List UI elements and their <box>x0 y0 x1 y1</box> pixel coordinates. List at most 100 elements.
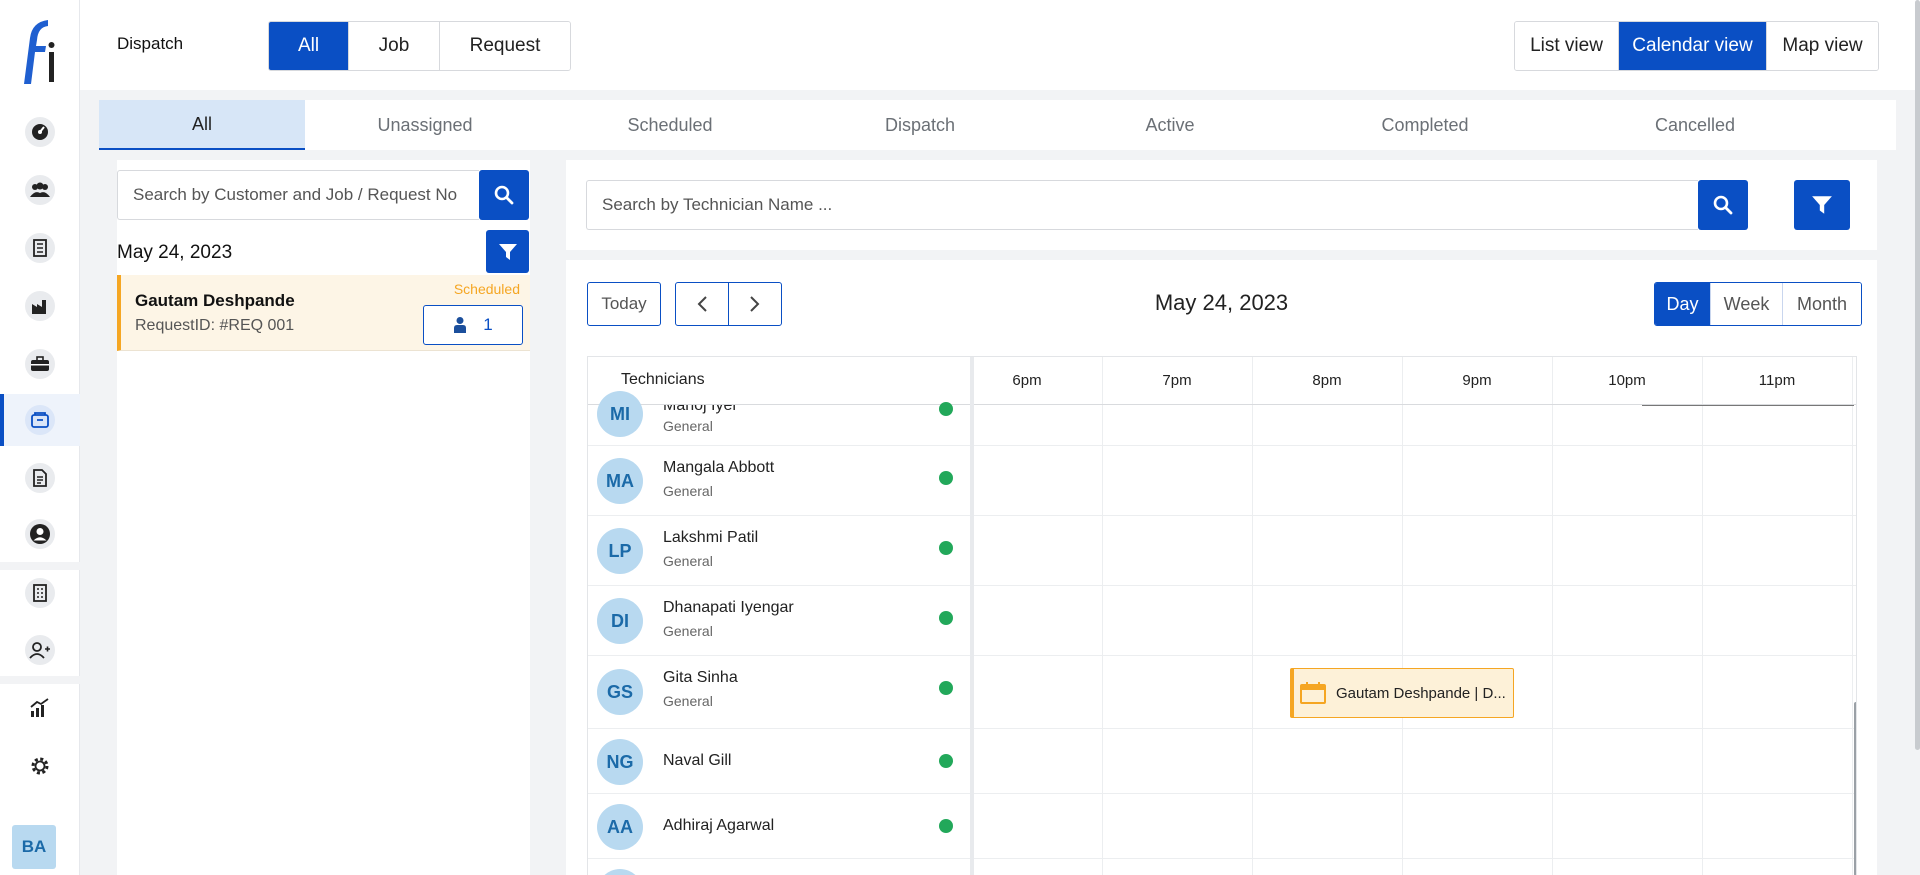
nav-settings[interactable] <box>0 740 80 792</box>
dispatch-calendar-grid: Technicians 6pm 7pm 8pm 9pm 10pm 11pm MI… <box>587 356 1857 875</box>
list-view-button[interactable]: List view <box>1515 22 1619 70</box>
tab-all[interactable]: All <box>99 100 305 150</box>
user-avatar[interactable]: BA <box>12 825 56 869</box>
search-icon <box>494 185 514 205</box>
technician-row[interactable]: LP Lakshmi Patil General <box>588 516 1856 586</box>
online-status-dot <box>939 754 953 768</box>
technician-avatar: MA <box>597 458 643 504</box>
page-title: Dispatch <box>117 34 184 53</box>
technician-avatar: DI <box>597 598 643 644</box>
tab-unassigned[interactable]: Unassigned <box>305 100 545 150</box>
building-icon <box>25 578 55 608</box>
nav-inventory[interactable] <box>0 280 80 332</box>
nav-reports[interactable] <box>0 682 80 734</box>
online-status-dot <box>939 681 953 695</box>
assign-technician-button[interactable]: 1 <box>423 305 523 345</box>
request-list-panel: May 24, 2023 Gautam Deshpande RequestID:… <box>117 160 530 875</box>
event-label: Gautam Deshpande | D... <box>1336 684 1506 702</box>
search-icon <box>1713 195 1733 215</box>
tab-active[interactable]: Active <box>1045 100 1295 150</box>
nav-documents[interactable] <box>0 222 80 274</box>
view-mode-group: List view Calendar view Map view <box>1514 21 1879 71</box>
person-icon <box>454 317 467 333</box>
assigned-count: 1 <box>483 315 493 334</box>
grid-scrollbar[interactable] <box>1854 702 1856 875</box>
list-filter-button[interactable] <box>486 230 529 273</box>
technician-avatar: MI <box>597 391 643 437</box>
technician-row[interactable]: DI Dhanapati Iyengar General <box>588 586 1856 656</box>
gear-icon <box>25 751 55 781</box>
calendar-view-button[interactable]: Calendar view <box>1619 22 1767 70</box>
chevron-left-icon <box>697 296 707 312</box>
technician-name: Dhanapati Iyengar <box>663 599 794 616</box>
technician-role: General <box>663 483 713 499</box>
type-tab-all[interactable]: All <box>269 22 349 70</box>
type-tab-job[interactable]: Job <box>349 22 440 70</box>
next-day-button[interactable] <box>728 282 782 326</box>
type-filter-group: All Job Request <box>268 21 571 71</box>
today-button[interactable]: Today <box>587 282 661 326</box>
nav-company[interactable] <box>0 567 80 619</box>
user-circle-icon <box>25 519 55 549</box>
technician-row[interactable]: AA Adhiraj Agarwal <box>588 794 1856 859</box>
scheduled-event[interactable]: Gautam Deshpande | D... <box>1290 668 1514 718</box>
month-view-button[interactable]: Month <box>1783 283 1861 325</box>
hour-label-11pm: 11pm <box>1758 372 1796 389</box>
technician-role: General <box>663 693 713 709</box>
nav-profile[interactable] <box>0 508 80 560</box>
technician-role: General <box>663 418 713 434</box>
technician-search-button[interactable] <box>1698 180 1748 230</box>
week-view-button[interactable]: Week <box>1711 283 1783 325</box>
hour-label-7pm: 7pm <box>1162 372 1192 389</box>
day-view-button[interactable]: Day <box>1655 283 1711 325</box>
grid-header: Technicians 6pm 7pm 8pm 9pm 10pm 11pm <box>588 357 1856 405</box>
type-tab-request[interactable]: Request <box>440 22 570 70</box>
calendar-range-group: Day Week Month <box>1654 282 1862 326</box>
briefcase-icon <box>25 349 55 379</box>
document-icon <box>25 233 55 263</box>
nav-customers[interactable] <box>0 164 80 216</box>
chart-growth-icon <box>25 693 55 723</box>
tab-scheduled[interactable]: Scheduled <box>545 100 795 150</box>
technician-filter-button[interactable] <box>1794 180 1850 230</box>
page-scrollbar[interactable] <box>1915 0 1920 750</box>
tab-dispatch[interactable]: Dispatch <box>795 100 1045 150</box>
technician-column-divider <box>970 357 974 875</box>
technician-search-input[interactable] <box>586 180 1698 230</box>
technician-avatar <box>597 869 643 875</box>
technician-avatar: NG <box>597 739 643 785</box>
user-manage-icon <box>25 635 55 665</box>
request-id: RequestID: #REQ 001 <box>135 317 295 334</box>
prev-day-button[interactable] <box>675 282 729 326</box>
online-status-dot <box>939 471 953 485</box>
customer-search-button[interactable] <box>479 170 529 220</box>
online-status-dot <box>939 611 953 625</box>
technician-role: General <box>663 553 713 569</box>
map-view-button[interactable]: Map view <box>1767 22 1878 70</box>
technician-row[interactable]: NG Naval Gill <box>588 729 1856 794</box>
technician-avatar: AA <box>597 804 643 850</box>
nav-dashboard[interactable] <box>0 106 80 158</box>
warehouse-icon <box>25 291 55 321</box>
status-badge: Scheduled <box>453 281 520 297</box>
nav-invoices[interactable] <box>0 452 80 504</box>
nav-team[interactable] <box>0 624 80 676</box>
technician-name: Naval Gill <box>663 752 732 769</box>
technician-name: Gita Sinha <box>663 669 738 686</box>
online-status-dot <box>939 819 953 833</box>
tab-completed[interactable]: Completed <box>1295 100 1555 150</box>
dashboard-icon <box>25 117 55 147</box>
technician-row[interactable]: GS Gita Sinha General <box>588 656 1856 729</box>
nav-dispatch[interactable] <box>0 394 80 446</box>
dispatch-box-icon <box>25 405 55 435</box>
tab-cancelled[interactable]: Cancelled <box>1555 100 1835 150</box>
nav-jobs[interactable] <box>0 338 80 390</box>
technician-row[interactable] <box>588 859 1856 875</box>
technician-row[interactable]: MA Mangala Abbott General <box>588 446 1856 516</box>
technician-row[interactable]: MI Manoj Iyer General <box>588 391 1856 446</box>
request-card[interactable]: Gautam Deshpande RequestID: #REQ 001 Sch… <box>117 275 530 351</box>
filter-icon <box>1812 196 1832 214</box>
filter-icon <box>498 243 517 260</box>
customer-search-input[interactable] <box>117 170 479 220</box>
status-tabs: All Unassigned Scheduled Dispatch Active… <box>99 100 1896 150</box>
